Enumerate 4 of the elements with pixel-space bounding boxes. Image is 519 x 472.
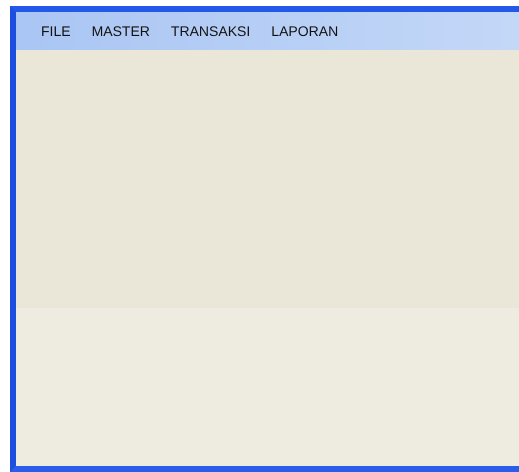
menu-item[interactable]: LAPORAN (265, 19, 354, 43)
menu-item[interactable]: FILE (35, 19, 86, 43)
menu-item[interactable]: MASTER (86, 19, 165, 43)
menu-item[interactable]: TRANSAKSI (164, 19, 266, 43)
